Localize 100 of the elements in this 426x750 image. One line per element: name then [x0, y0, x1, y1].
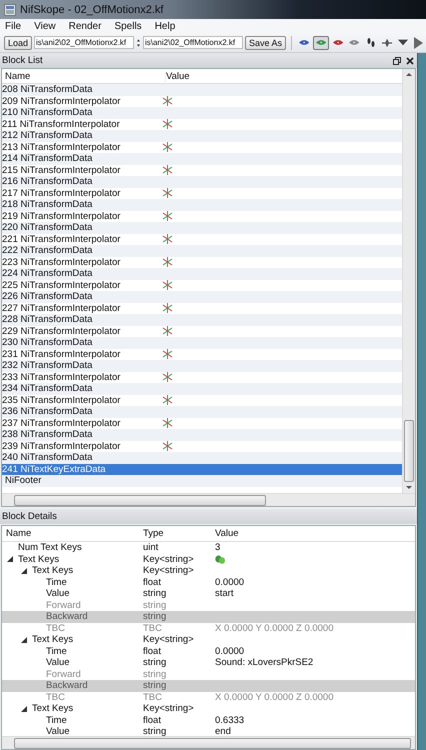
asterisk-icon: [162, 349, 173, 360]
field-type: string: [143, 726, 168, 736]
input-file-field[interactable]: is\ani2\02_OffMotionx2.kf: [34, 36, 134, 49]
dock-title: Block Details: [2, 511, 58, 522]
caret-icon: [398, 39, 408, 46]
app-icon: [4, 4, 16, 16]
block-row[interactable]: 228 NiTransformData: [2, 314, 402, 326]
asterisk-icon: [162, 303, 173, 314]
block-row[interactable]: 223 NiTransformInterpolator: [2, 256, 402, 268]
field-type: TBC: [143, 692, 163, 703]
block-row[interactable]: 217 NiTransformInterpolator: [2, 188, 402, 199]
block-row[interactable]: 212 NiTransformData: [2, 130, 402, 142]
block-row[interactable]: 237 NiTransformInterpolator: [2, 418, 402, 429]
save-as-button[interactable]: Save As: [244, 36, 286, 50]
block-row[interactable]: 233 NiTransformInterpolator: [2, 372, 402, 383]
field-type: float: [143, 576, 162, 588]
float-icon[interactable]: [393, 56, 401, 64]
detail-row[interactable]: Value string end: [2, 726, 415, 736]
load-button[interactable]: Load: [4, 36, 32, 50]
asterisk-icon: [162, 441, 173, 452]
detail-row[interactable]: Time float 0.6333: [2, 714, 415, 726]
field-name: TBC: [46, 622, 65, 634]
detail-row[interactable]: Time float 0.0000: [2, 576, 415, 588]
field-name: Text Keys: [18, 554, 60, 565]
block-row[interactable]: 213 NiTransformInterpolator: [2, 142, 402, 153]
block-row[interactable]: 209 NiTransformInterpolator: [2, 96, 402, 107]
column-header[interactable]: Name: [2, 70, 165, 82]
detail-row[interactable]: Text Keys Key<string>: [2, 565, 415, 576]
detail-row[interactable]: Time float 0.0000: [2, 646, 415, 657]
horizontal-scrollbar[interactable]: [2, 493, 415, 506]
block-row[interactable]: 235 NiTransformInterpolator: [2, 394, 402, 406]
column-header[interactable]: Name Value: [2, 69, 402, 84]
field-type: string: [143, 588, 168, 600]
field-type: Key<string>: [143, 634, 195, 646]
field-type: uint: [143, 542, 160, 554]
block-row[interactable]: 225 NiTransformInterpolator: [2, 280, 402, 291]
expand-arrow-icon[interactable]: [7, 556, 13, 562]
block-row[interactable]: 226 NiTransformData: [2, 291, 402, 302]
detail-row[interactable]: Text Keys Key<string>: [2, 703, 415, 714]
menu-item[interactable]: File: [5, 20, 22, 32]
expand-arrow-icon[interactable]: [21, 568, 27, 574]
menu-item[interactable]: Spells: [114, 20, 142, 32]
block-row[interactable]: 214 NiTransformData: [2, 153, 402, 164]
field-value: start: [215, 588, 234, 600]
field-value: 0.0000: [215, 576, 244, 588]
column-header[interactable]: Type: [143, 528, 215, 539]
column-header[interactable]: Name: [2, 528, 143, 539]
field-name: Text Keys: [32, 634, 74, 646]
expand-arrow-icon[interactable]: [21, 636, 27, 643]
field-name: Value: [46, 588, 70, 600]
block-row[interactable]: 215 NiTransformInterpolator: [2, 164, 402, 176]
detail-row[interactable]: Value string Sound: xLoversPkrSE2: [2, 657, 415, 668]
vertical-scrollbar[interactable]: [402, 69, 415, 493]
menu-item[interactable]: View: [34, 20, 56, 32]
block-row[interactable]: 232 NiTransformData: [2, 360, 402, 372]
block-row[interactable]: 210 NiTransformData: [2, 107, 402, 118]
block-row[interactable]: 234 NiTransformData: [2, 383, 402, 394]
field-type: string: [143, 668, 168, 680]
block-row[interactable]: 238 NiTransformData: [2, 429, 402, 440]
detail-row[interactable]: Text Keys Key<string>: [2, 554, 415, 565]
block-row[interactable]: 216 NiTransformData: [2, 176, 402, 188]
close-icon[interactable]: [406, 56, 414, 64]
field-name: Backward: [46, 611, 88, 622]
asterisk-icon: [162, 257, 173, 268]
block-row[interactable]: NiFooter: [2, 475, 402, 486]
asterisk-icon: [162, 211, 173, 222]
block-row[interactable]: 211 NiTransformInterpolator: [2, 118, 402, 130]
block-row[interactable]: 221 NiTransformInterpolator: [2, 234, 402, 245]
block-row[interactable]: 208 NiTransformData: [2, 84, 402, 96]
scrollbar-thumb[interactable]: [404, 420, 414, 482]
block-row[interactable]: 220 NiTransformData: [2, 222, 402, 234]
block-row[interactable]: 230 NiTransformData: [2, 337, 402, 348]
expand-arrow-icon[interactable]: [21, 706, 27, 712]
move-icon: [382, 36, 392, 48]
block-row[interactable]: 218 NiTransformData: [2, 199, 402, 210]
eye-tool-button[interactable]: [312, 36, 330, 50]
field-value: Sound: xLoversPkrSE2: [215, 657, 314, 668]
detail-row[interactable]: Num Text Keys uint 3: [2, 542, 415, 554]
block-row[interactable]: 241 NiTextKeyExtraData: [2, 464, 402, 475]
menu-item[interactable]: Render: [68, 20, 102, 32]
block-row[interactable]: 219 NiTransformInterpolator: [2, 210, 402, 222]
output-file-field[interactable]: is\ani2\02_OffMotionx2.kf: [142, 36, 243, 49]
block-row[interactable]: 227 NiTransformInterpolator: [2, 302, 402, 314]
block-row[interactable]: 222 NiTransformData: [2, 245, 402, 256]
dock-title: Block List: [2, 55, 44, 66]
horizontal-scrollbar[interactable]: [2, 736, 415, 749]
detail-row[interactable]: Value string start: [2, 588, 415, 600]
block-row[interactable]: 239 NiTransformInterpolator: [2, 440, 402, 452]
footprints-icon: [366, 36, 375, 48]
menu-item[interactable]: Help: [154, 20, 176, 32]
column-header[interactable]: Value: [215, 528, 415, 539]
field-name: Text Keys: [32, 703, 74, 714]
block-row[interactable]: 236 NiTransformData: [2, 406, 402, 418]
block-row[interactable]: 240 NiTransformData: [2, 452, 402, 464]
field-type: string: [143, 611, 168, 622]
spin-arrows-icon[interactable]: [137, 36, 140, 48]
detail-row[interactable]: Text Keys Key<string>: [2, 634, 415, 646]
block-row[interactable]: 231 NiTransformInterpolator: [2, 348, 402, 360]
block-row[interactable]: 224 NiTransformData: [2, 268, 402, 280]
block-row[interactable]: 229 NiTransformInterpolator: [2, 326, 402, 337]
